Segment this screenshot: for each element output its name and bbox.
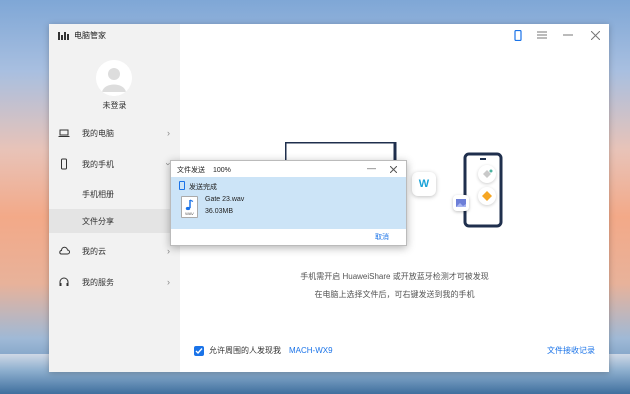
picture-icon xyxy=(456,199,466,207)
sidebar-item-label: 手机相册 xyxy=(82,190,114,199)
cancel-button[interactable]: 取消 xyxy=(375,232,389,242)
sidebar-item-label: 我的服务 xyxy=(82,277,114,287)
laptop-icon xyxy=(58,129,70,137)
sidebar-item-label: 文件分享 xyxy=(82,217,114,226)
file-name: Gate 23.wav xyxy=(205,196,245,203)
file-type-label: WAV xyxy=(185,211,194,216)
hint-line-2: 在电脑上选择文件后，可右键发送到我的手机 xyxy=(314,290,475,299)
word-doc-icon: W xyxy=(412,172,436,196)
avatar[interactable] xyxy=(96,60,132,96)
sidebar-item-label: 我的电脑 xyxy=(82,128,114,138)
receive-history-link[interactable]: 文件接收记录 xyxy=(547,345,595,356)
transfer-status: 发送完成 xyxy=(189,184,217,191)
sidebar-item-my-cloud[interactable]: 我的云 › xyxy=(49,240,180,262)
headset-icon xyxy=(59,277,69,286)
user-icon xyxy=(96,60,132,96)
sidebar-item-my-phone[interactable]: 我的手机 › xyxy=(49,153,180,175)
device-name: MACH-WX9 xyxy=(289,346,333,355)
app-logo-icon xyxy=(58,31,69,40)
phone-icon xyxy=(514,29,522,41)
menu-icon xyxy=(537,31,547,39)
dialog-title: 文件发送 100% xyxy=(177,165,231,175)
file-size: 36.03MB xyxy=(205,208,234,215)
dialog-progress-percent: 100% xyxy=(213,167,231,174)
app-title: 电脑管家 xyxy=(58,30,106,41)
sidebar-item-my-service[interactable]: 我的服务 › xyxy=(49,271,180,293)
login-status[interactable]: 未登录 xyxy=(49,100,180,111)
checkmark-icon xyxy=(195,347,203,354)
sidebar-item-label: 我的云 xyxy=(82,246,106,256)
dialog-title-text: 文件发送 xyxy=(177,167,205,174)
phone-icon xyxy=(179,181,185,190)
sidebar-item-phone-album[interactable]: 手机相册 xyxy=(49,182,180,206)
allow-discover-label: 允许周围的人发现我 xyxy=(209,346,281,355)
file-send-dialog: 文件发送 100% — 发送完成 WAV Gate 23.wav 36.03MB … xyxy=(170,160,407,246)
close-button[interactable] xyxy=(588,28,602,42)
sidebar-item-label: 我的手机 xyxy=(82,159,114,169)
tag-icon xyxy=(483,169,493,178)
sidebar-item-my-computer[interactable]: 我的电脑 › xyxy=(49,122,180,144)
audio-file-icon: WAV xyxy=(181,196,198,218)
app-title-text: 电脑管家 xyxy=(74,31,106,40)
image-file-icon xyxy=(453,195,469,211)
cloud-icon xyxy=(59,246,70,255)
chevron-right-icon: › xyxy=(167,128,170,138)
close-icon xyxy=(389,165,398,174)
archive-icon xyxy=(482,191,492,201)
dialog-minimize-button[interactable]: — xyxy=(367,163,376,173)
chevron-right-icon: › xyxy=(167,277,170,287)
music-file-icon xyxy=(478,165,496,183)
minimize-icon xyxy=(563,34,573,36)
allow-discover-option[interactable]: 允许周围的人发现我 MACH-WX9 xyxy=(194,345,333,356)
phone-connect-button[interactable] xyxy=(511,28,525,42)
minimize-button[interactable] xyxy=(561,28,575,42)
dialog-close-button[interactable] xyxy=(389,163,398,175)
menu-button[interactable] xyxy=(535,28,549,42)
phone-icon xyxy=(61,158,67,170)
sidebar-item-file-share[interactable]: 文件分享 xyxy=(49,209,180,233)
chevron-right-icon: › xyxy=(167,246,170,256)
zip-file-icon xyxy=(478,187,496,205)
close-icon xyxy=(590,30,600,40)
allow-discover-checkbox[interactable] xyxy=(194,345,204,356)
sidebar: 电脑管家 未登录 我的电脑 › 我的手机 › 手机相册 文件分享 我的云 › 我… xyxy=(49,24,180,372)
hint-line-1: 手机需开启 HuaweiShare 或开放蓝牙检测才可被发现 xyxy=(300,272,489,281)
transfer-item[interactable]: 发送完成 WAV Gate 23.wav 36.03MB xyxy=(171,177,406,229)
